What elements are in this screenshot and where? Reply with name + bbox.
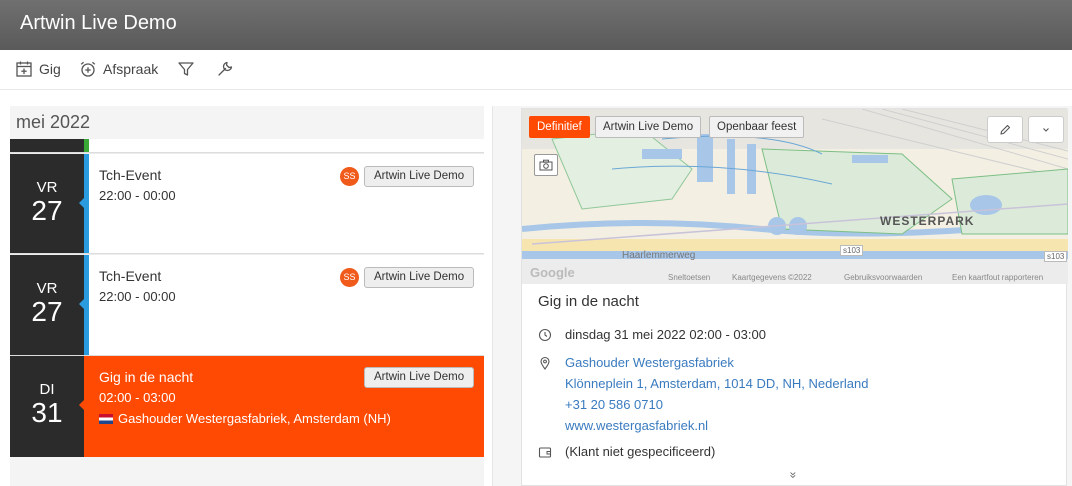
event-list[interactable]: VR 27 Tch-Event 22:00 - 00:00 SS Artwin … [10, 139, 484, 457]
detail-datetime: dinsdag 31 mei 2022 02:00 - 03:00 [565, 327, 766, 342]
venue-name-link[interactable]: Gashouder Westergasfabriek [565, 355, 734, 370]
artist-tag[interactable]: Artwin Live Demo [364, 267, 475, 288]
map-street-label: Haarlemmerweg [622, 250, 696, 261]
month-header: mei 2022 [16, 112, 91, 132]
event-title: Gig in de nacht [99, 369, 194, 385]
detail-title: Gig in de nacht [538, 293, 639, 310]
status-bar [84, 154, 89, 253]
caret-icon [79, 198, 84, 208]
map-road-shield: s103 [1044, 251, 1068, 262]
expand-more-icon[interactable]: » [786, 472, 800, 479]
detail-card: Definitief Artwin Live Demo Openbaar fee… [521, 108, 1068, 486]
list-item[interactable]: VR 27 Tch-Event 22:00 - 00:00 SS Artwin … [10, 255, 484, 356]
filter-button[interactable] [177, 60, 195, 78]
add-appointment-button[interactable]: Afspraak [79, 60, 158, 78]
list-item[interactable]: VR 27 Tch-Event 22:00 - 00:00 SS Artwin … [10, 154, 484, 254]
day-of-week: VR [36, 280, 58, 297]
title-bar: Artwin Live Demo [0, 0, 1072, 50]
datetime-row [538, 327, 552, 342]
map[interactable]: Definitief Artwin Live Demo Openbaar fee… [522, 109, 1068, 284]
event-location: Gashouder Westergasfabriek, Amsterdam (N… [99, 411, 391, 426]
list-footer [10, 459, 484, 486]
artist-tag[interactable]: Artwin Live Demo [364, 367, 475, 388]
avatar: SS [340, 268, 359, 287]
event-title: Tch-Event [99, 167, 162, 183]
venue-website-link[interactable]: www.westergasfabriek.nl [565, 418, 708, 433]
chevron-down-icon [1043, 127, 1049, 132]
calendar-plus-icon [16, 61, 32, 77]
more-actions-button[interactable] [1028, 116, 1064, 143]
artist-tag[interactable]: Artwin Live Demo [364, 166, 475, 187]
app-title: Artwin Live Demo [20, 12, 177, 34]
event-list-panel: mei 2022 VR 27 Tch-Event 22:00 - 00:00 S… [10, 106, 484, 486]
day-number: 31 [31, 397, 63, 428]
date-box: VR 27 [10, 154, 84, 253]
venue-address-link[interactable]: Klönneplein 1, Amsterdam, 1014 DD, NH, N… [565, 376, 869, 391]
client-row [538, 444, 552, 459]
day-number: 27 [31, 296, 63, 327]
avatar: SS [340, 167, 359, 186]
location-row [538, 355, 552, 370]
filter-icon [178, 62, 194, 76]
map-footer: Sneltoetsen Kaartgegevens ©2022 Gebruiks… [522, 272, 1068, 284]
settings-button[interactable] [216, 60, 234, 78]
alarm-plus-icon [80, 61, 96, 77]
street-view-button[interactable] [534, 154, 558, 176]
status-bar [84, 139, 89, 152]
list-item[interactable] [10, 139, 484, 153]
list-item-active[interactable]: DI 31 Gig in de nacht 02:00 - 03:00 Gash… [10, 356, 484, 457]
map-road-shield: s103 [840, 245, 864, 256]
status-badge: Definitief [529, 116, 590, 138]
category-badge: Openbaar feest [709, 116, 805, 138]
artist-badge: Artwin Live Demo [595, 116, 702, 138]
event-location-text: Gashouder Westergasfabriek, Amsterdam (N… [118, 411, 391, 426]
day-of-week: DI [39, 381, 55, 398]
clock-icon [538, 328, 552, 342]
add-gig-label: Gig [39, 61, 61, 77]
caret-icon [79, 299, 84, 309]
detail-panel: Definitief Artwin Live Demo Openbaar fee… [492, 106, 1072, 486]
caret-icon [79, 400, 84, 410]
client-text: (Klant niet gespecificeerd) [565, 444, 716, 459]
date-box: DI 31 [10, 356, 84, 457]
day-number: 27 [31, 195, 63, 226]
map-district-label: WESTERPARK [880, 214, 975, 228]
event-time: 22:00 - 00:00 [99, 289, 176, 304]
map-report-link[interactable]: Een kaartfout rapporteren [952, 273, 1043, 282]
add-appointment-label: Afspraak [103, 61, 159, 77]
date-box: VR 27 [10, 255, 84, 355]
wrench-icon [218, 61, 233, 76]
event-time: 02:00 - 03:00 [99, 390, 176, 405]
event-title: Tch-Event [99, 268, 162, 284]
status-bar [84, 255, 89, 355]
camera-icon [539, 159, 553, 171]
map-terms-link[interactable]: Gebruiksvoorwaarden [844, 273, 922, 282]
venue-phone-link[interactable]: +31 20 586 0710 [565, 397, 663, 412]
map-pin-icon [540, 356, 550, 370]
pencil-icon [1000, 124, 1011, 135]
date-box [10, 139, 84, 152]
map-shortcuts-link[interactable]: Sneltoetsen [668, 273, 710, 282]
add-gig-button[interactable]: Gig [15, 60, 61, 78]
day-of-week: VR [36, 179, 58, 196]
event-time: 22:00 - 00:00 [99, 188, 176, 203]
edit-button[interactable] [987, 116, 1023, 143]
flag-nl-icon [99, 413, 113, 424]
toolbar: Gig Afspraak [0, 50, 1072, 90]
map-data-credit: Kaartgegevens ©2022 [732, 273, 812, 282]
wallet-icon [538, 447, 552, 458]
